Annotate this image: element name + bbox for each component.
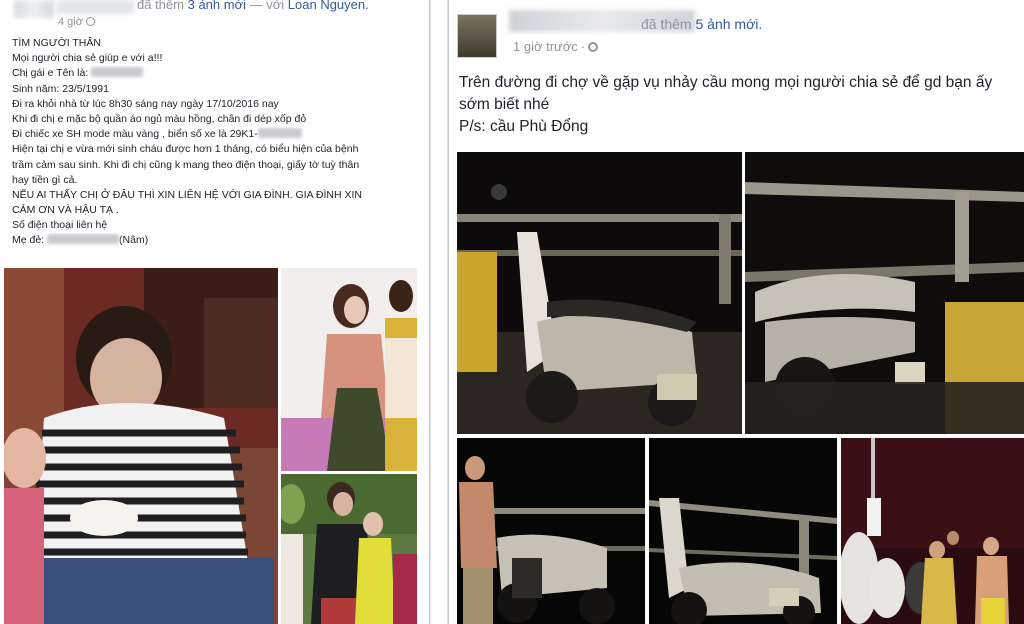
post-line: Chị gái e Tên là: xyxy=(12,66,422,81)
right-post: đã thêm 5 ảnh mới. 1 giờ trước · Trên đườ… xyxy=(448,0,1024,624)
author-avatar[interactable] xyxy=(457,14,497,58)
added-text: đã thêm xyxy=(641,16,692,32)
gear-icon[interactable] xyxy=(588,42,599,52)
left-post-action: đã thêm 3 ảnh mới — với Loan Nguyen. xyxy=(137,0,369,12)
post-line: Đi chiếc xe SH mode màu vàng , biển số x… xyxy=(12,127,422,142)
panel-divider xyxy=(430,0,448,624)
left-post-body: TÌM NGƯỜI THÂN Mọi người chia sẻ giúp e … xyxy=(12,36,422,249)
mother-suffix: (Nâm) xyxy=(119,234,149,247)
tagged-user-link[interactable]: Loan Nguyen. xyxy=(288,0,369,12)
right-photo-scooter-3[interactable] xyxy=(649,438,837,624)
post-line: P/s: cầu Phù Đổng xyxy=(459,118,589,135)
post-line: Đi ra khỏi nhà từ lúc 8h30 sáng nay ngày… xyxy=(12,97,279,110)
timestamp-text: 4 giờ xyxy=(58,16,83,28)
post-line-text: Chị gái e Tên là: xyxy=(12,67,89,80)
post-line: Mẹ đẻ: (Nâm) xyxy=(12,233,422,248)
right-photo-crowd[interactable] xyxy=(841,438,1024,624)
left-photo-woman-striped[interactable] xyxy=(4,268,278,624)
right-photo-scooter-2[interactable] xyxy=(745,152,1024,434)
added-text: đã thêm xyxy=(137,0,184,12)
post-line: Khi đi chị e mặc bộ quần áo ngủ màu hồng… xyxy=(12,112,307,125)
post-line: hay tiền gì cả. xyxy=(12,173,78,186)
author-name-blurred[interactable] xyxy=(56,0,134,14)
left-photo-pink-coat[interactable] xyxy=(281,268,417,471)
post-line: CẢM ƠN VÀ HẬU TẠ . xyxy=(12,204,119,217)
post-line: Trên đường đi chợ về gặp vụ nhảy cầu mon… xyxy=(459,74,993,91)
left-post: đã thêm 3 ảnh mới — với Loan Nguyen. 4 g… xyxy=(0,0,430,624)
left-post-header: đã thêm 3 ảnh mới — với Loan Nguyen. 4 g… xyxy=(0,0,429,32)
redacted-name xyxy=(91,67,144,78)
redacted-plate xyxy=(257,128,302,139)
right-post-body: Trên đường đi chợ về gặp vụ nhảy cầu mon… xyxy=(459,72,1024,138)
globe-icon[interactable] xyxy=(85,17,95,26)
separator-dot: · xyxy=(580,39,586,54)
post-line: TÌM NGƯỜI THÂN xyxy=(12,37,101,49)
added-photos-link[interactable]: 5 ảnh mới. xyxy=(695,16,762,32)
post-line-text: Mẹ đẻ: xyxy=(12,234,45,247)
redacted-phone xyxy=(47,234,120,245)
timestamp-text[interactable]: 1 giờ trước xyxy=(513,39,578,54)
right-post-timestamp: 1 giờ trước · xyxy=(513,39,599,54)
right-photo-man-scooter[interactable] xyxy=(457,438,645,624)
post-line-text: Đi chiếc xe SH mode màu vàng , biển số x… xyxy=(12,128,258,141)
left-photo-group[interactable] xyxy=(281,474,417,624)
right-post-action: đã thêm 5 ảnh mới. xyxy=(641,16,762,32)
post-line: Số điện thoại liên hệ xyxy=(12,219,108,232)
post-line: Sinh năm: 23/5/1991 xyxy=(12,82,109,95)
post-line: Mọi người chia sẻ giúp e với a!!! xyxy=(12,52,163,65)
added-photos-link[interactable]: 3 ảnh mới xyxy=(188,0,246,12)
with-text: — với xyxy=(249,0,285,12)
post-line: Hiện tại chị e vừa mới sinh cháu được hơ… xyxy=(12,143,359,156)
post-line: sớm biết nhé xyxy=(459,96,550,113)
post-line: trầm cảm sau sinh. Khi đi chị cũng k man… xyxy=(12,158,360,171)
right-photo-scooter-1[interactable] xyxy=(457,152,742,434)
author-avatar-blurred[interactable] xyxy=(14,0,54,18)
post-line: NẾU AI THẤY CHỊ Ở ĐÂU THÌ XIN LIÊN HỆ VỚ… xyxy=(12,188,362,201)
left-post-timestamp[interactable]: 4 giờ xyxy=(58,16,95,28)
